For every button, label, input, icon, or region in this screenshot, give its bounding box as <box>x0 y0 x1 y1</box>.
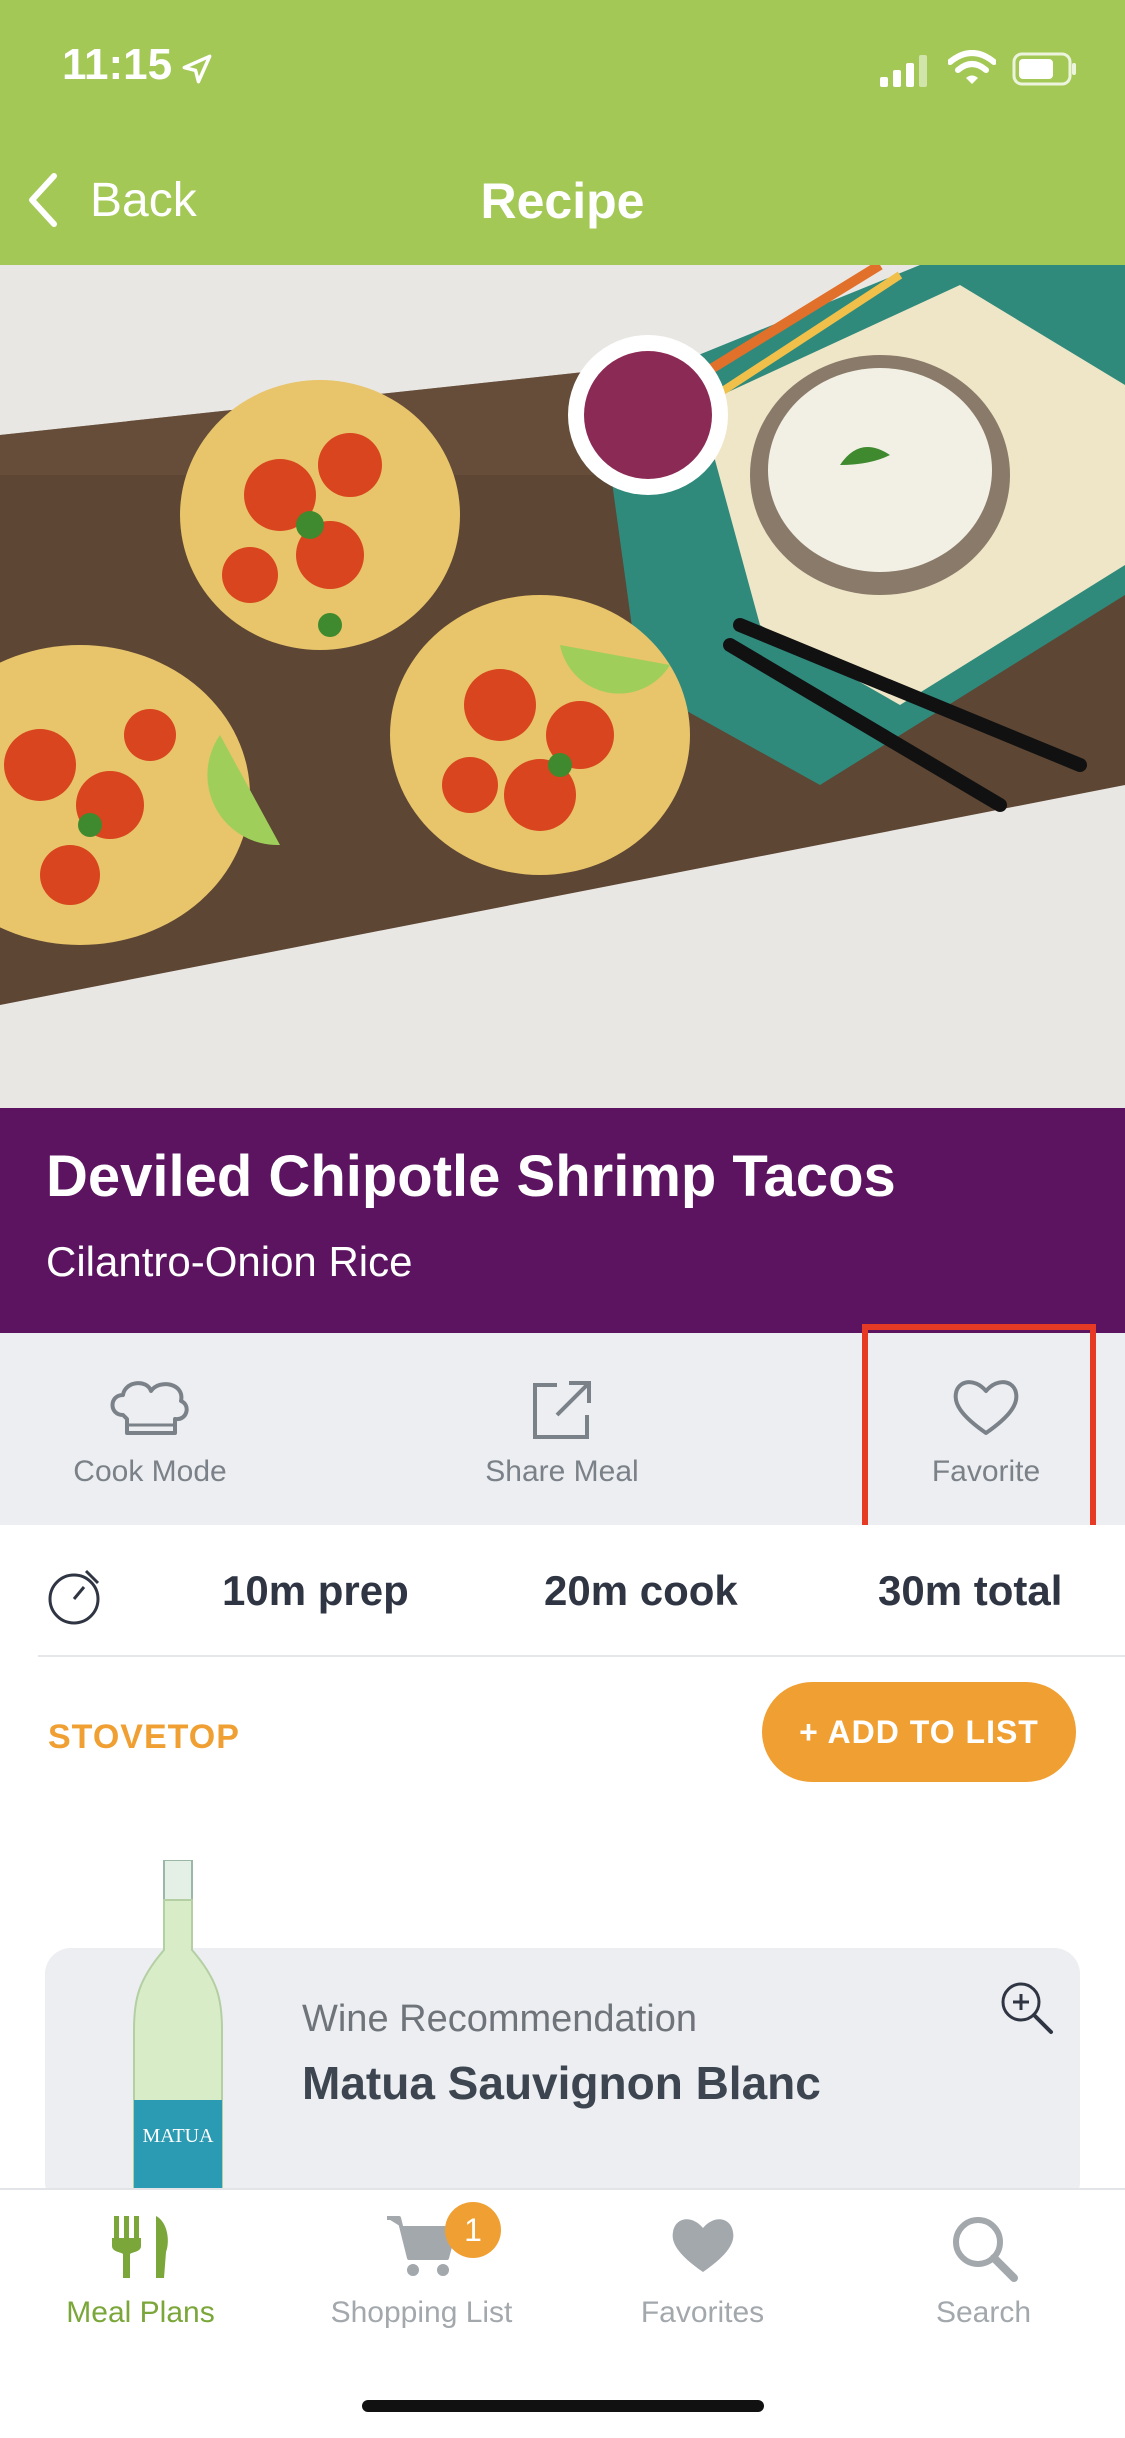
favorite-highlight-box <box>862 1324 1096 1544</box>
chef-hat-icon <box>110 1381 189 1435</box>
share-meal-label: Share Meal <box>485 1455 639 1488</box>
recipe-title: Deviled Chipotle Shrimp Tacos <box>46 1144 896 1209</box>
cellular-signal-icon <box>880 55 927 87</box>
cook-mode-button[interactable]: Cook Mode <box>0 1333 300 1525</box>
prep-time: 10m prep <box>222 1567 409 1614</box>
share-icon <box>533 1381 591 1439</box>
share-meal-button[interactable]: Share Meal <box>412 1333 712 1525</box>
cook-mode-label: Cook Mode <box>73 1455 227 1488</box>
search-icon <box>952 2217 1018 2282</box>
tab-favorites[interactable]: Favorites <box>562 2190 843 2390</box>
home-indicator <box>362 2400 764 2412</box>
add-to-list-button[interactable]: + ADD TO LIST <box>762 1682 1076 1782</box>
bottle-label-text: MATUA <box>142 2125 214 2147</box>
cart-badge: 1 <box>445 2202 501 2258</box>
wifi-icon <box>948 50 996 84</box>
tab-shopping-list[interactable]: 1 Shopping List <box>281 2190 562 2390</box>
wine-name: Matua Sauvignon Blanc <box>302 2057 821 2109</box>
tab-meal-plans[interactable]: Meal Plans <box>0 2190 281 2390</box>
recipe-subtitle: Cilantro-Onion Rice <box>46 1238 413 1285</box>
wine-bottle-image: MATUA <box>133 1860 223 2190</box>
total-time: 30m total <box>878 1567 1063 1614</box>
hero-illustration <box>0 265 1125 1108</box>
heart-icon <box>672 2219 733 2272</box>
fork-knife-icon <box>111 2216 168 2278</box>
stopwatch-icon <box>48 1569 100 1625</box>
location-arrow-icon <box>182 54 212 84</box>
bottom-tab-bar: Meal Plans 1 Shopping List Favorites Sea… <box>0 2188 1125 2438</box>
recipe-hero-image <box>0 265 1125 1108</box>
page-title: Recipe <box>480 173 645 229</box>
battery-icon <box>1012 52 1076 86</box>
recipe-times: 10m prep 20m cook 30m total <box>0 1525 1125 1655</box>
tab-search[interactable]: Search <box>843 2190 1124 2390</box>
tab-favorites-label: Favorites <box>640 2296 765 2329</box>
top-bar: 11:15 Back Recipe <box>0 0 1125 265</box>
cook-time: 20m cook <box>544 1567 738 1614</box>
tab-search-label: Search <box>935 2296 1032 2329</box>
divider <box>38 1655 1125 1657</box>
status-time: 11:15 <box>62 40 173 89</box>
wine-kicker: Wine Recommendation <box>302 1998 697 2040</box>
tab-meal-plans-label: Meal Plans <box>66 2296 215 2329</box>
tab-shopping-list-label: Shopping List <box>330 2296 513 2329</box>
zoom-in-icon[interactable] <box>997 1978 1055 2036</box>
cooking-method: STOVETOP <box>48 1718 240 1756</box>
recipe-title-band: Deviled Chipotle Shrimp Tacos Cilantro-O… <box>0 1108 1125 1333</box>
